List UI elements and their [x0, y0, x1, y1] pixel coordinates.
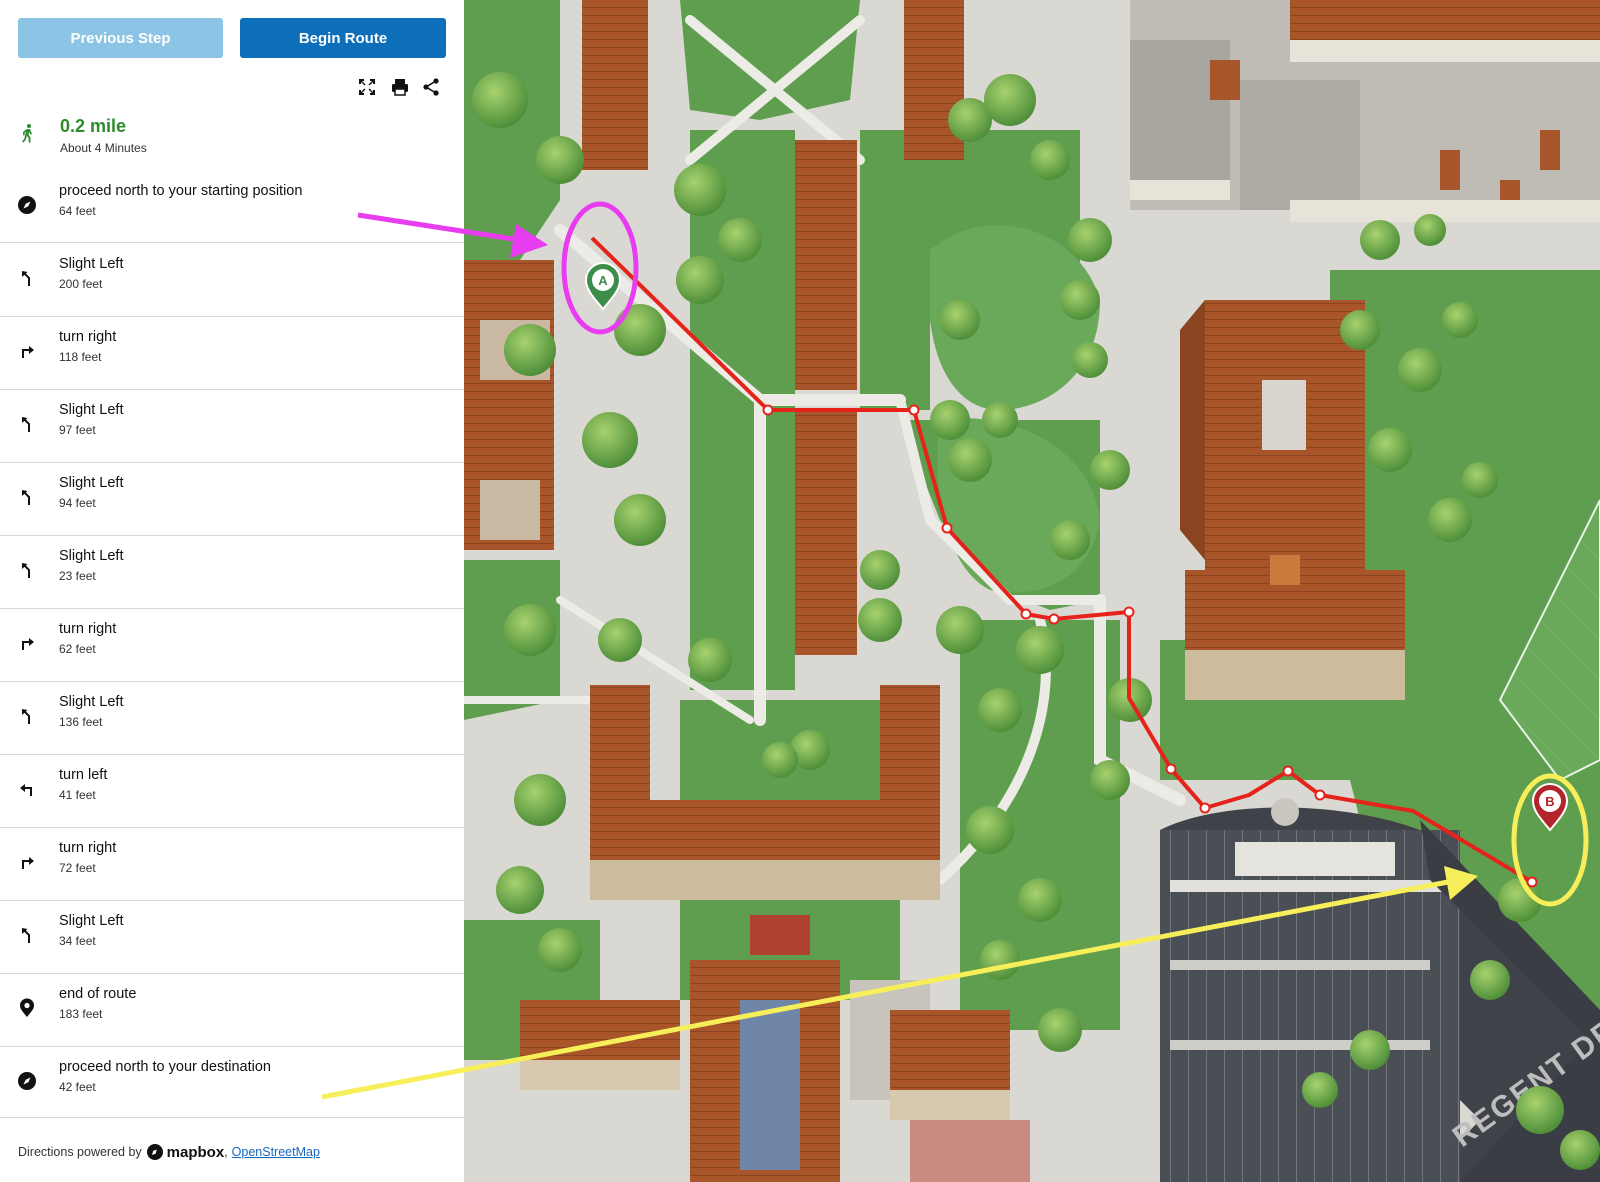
openstreetmap-link[interactable]: OpenStreetMap — [232, 1145, 320, 1159]
slight-left-icon — [16, 924, 38, 946]
step-title: turn right — [59, 621, 117, 637]
step-title: proceed north to your destination — [59, 1059, 271, 1075]
print-icon[interactable] — [389, 76, 411, 98]
attribution-prefix: Directions powered by — [18, 1145, 142, 1159]
step-item[interactable]: Slight Left 23 feet — [0, 535, 464, 609]
step-item[interactable]: Slight Left 94 feet — [0, 462, 464, 536]
step-distance: 94 feet — [59, 496, 96, 510]
step-title: turn left — [59, 767, 108, 783]
step-distance: 72 feet — [59, 861, 96, 875]
slight-left-icon — [16, 486, 38, 508]
directions-panel: Previous Step Begin Route 0.2 mile About… — [0, 0, 464, 1182]
step-item[interactable]: proceed north to your starting position 6… — [0, 170, 464, 243]
step-distance: 118 feet — [59, 350, 102, 364]
step-distance: 62 feet — [59, 642, 96, 656]
step-distance: 97 feet — [59, 423, 96, 437]
step-item[interactable]: turn right 62 feet — [0, 608, 464, 682]
step-title: Slight Left — [59, 694, 124, 710]
turn-right-icon — [16, 851, 38, 873]
step-distance: 34 feet — [59, 934, 96, 948]
slight-left-icon — [16, 267, 38, 289]
step-title: Slight Left — [59, 402, 124, 418]
step-item[interactable]: Slight Left 136 feet — [0, 681, 464, 755]
attribution-separator: , — [224, 1145, 228, 1159]
mapbox-logo: mapbox — [146, 1143, 225, 1161]
step-title: end of route — [59, 986, 137, 1002]
slight-left-icon — [16, 413, 38, 435]
attribution: Directions powered by mapbox , OpenStree… — [18, 1143, 320, 1161]
end-marker-label: B — [1545, 794, 1554, 809]
begin-route-button[interactable]: Begin Route — [240, 18, 446, 58]
step-item[interactable]: turn right 72 feet — [0, 827, 464, 901]
step-title: Slight Left — [59, 475, 124, 491]
location-pin-icon — [16, 997, 38, 1019]
step-item[interactable]: turn right 118 feet — [0, 316, 464, 390]
compass-icon — [16, 1070, 38, 1092]
step-distance: 23 feet — [59, 569, 96, 583]
step-title: Slight Left — [59, 548, 124, 564]
step-distance: 41 feet — [59, 788, 96, 802]
turn-right-icon — [16, 340, 38, 362]
step-item[interactable]: Slight Left 200 feet — [0, 243, 464, 317]
step-item[interactable]: proceed north to your destination 42 feet — [0, 1046, 464, 1118]
step-item[interactable]: Slight Left 97 feet — [0, 389, 464, 463]
mapbox-brand: mapbox — [166, 1143, 225, 1161]
step-distance: 64 feet — [59, 204, 96, 218]
step-item[interactable]: Slight Left 34 feet — [0, 900, 464, 974]
step-distance: 183 feet — [59, 1007, 103, 1021]
previous-step-button[interactable]: Previous Step — [18, 18, 223, 58]
step-distance: 136 feet — [59, 715, 103, 729]
campus-map[interactable]: REGENT DR A B — [464, 0, 1600, 1182]
step-title: Slight Left — [59, 913, 124, 929]
route-duration: About 4 Minutes — [60, 141, 147, 155]
step-title: turn right — [59, 329, 117, 345]
share-icon[interactable] — [420, 76, 442, 98]
start-marker-label: A — [598, 273, 608, 288]
step-title: proceed north to your starting position — [59, 183, 303, 199]
turn-left-icon — [16, 778, 38, 800]
mapbox-icon — [146, 1144, 163, 1160]
slight-left-icon — [16, 705, 38, 727]
step-distance: 200 feet — [59, 277, 103, 291]
fullscreen-icon[interactable] — [356, 76, 378, 98]
step-title: Slight Left — [59, 256, 124, 272]
gray-building — [1130, 0, 1600, 222]
slight-left-icon — [16, 559, 38, 581]
turn-right-icon — [16, 632, 38, 654]
step-distance: 42 feet — [59, 1080, 96, 1094]
step-item[interactable]: end of route 183 feet — [0, 973, 464, 1047]
walking-icon — [17, 122, 39, 144]
step-title: turn right — [59, 840, 117, 856]
compass-icon — [16, 194, 38, 216]
route-distance: 0.2 mile — [60, 116, 127, 136]
step-item[interactable]: turn left 41 feet — [0, 754, 464, 828]
